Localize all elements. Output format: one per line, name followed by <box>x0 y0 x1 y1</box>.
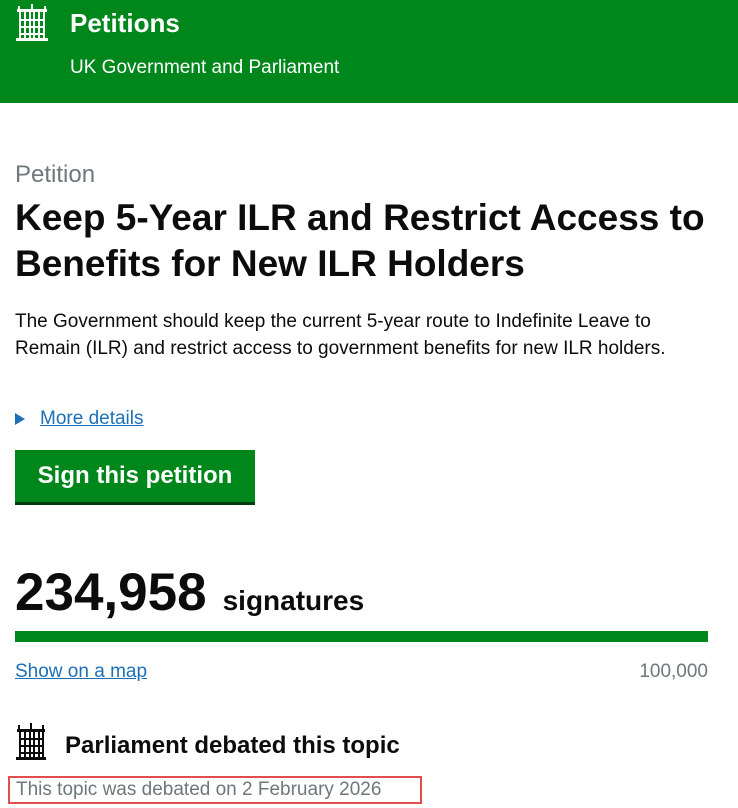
triangle-right-icon <box>15 413 25 425</box>
page-caption: Petition <box>15 161 96 188</box>
site-title-link[interactable]: Petitions <box>70 8 180 38</box>
signature-progress-fill <box>15 631 708 642</box>
petition-description: The Government should keep the current 5… <box>15 311 666 359</box>
page-title: Keep 5-Year ILR and Restrict Access to B… <box>15 197 705 284</box>
signature-count-label: signatures <box>222 585 365 616</box>
signature-count: 234,958 <box>15 563 207 622</box>
sign-petition-button[interactable]: Sign this petition <box>15 450 255 505</box>
signature-count-row: 234,958 signatures <box>15 562 364 624</box>
signature-progress-bar <box>15 631 708 642</box>
more-details-link[interactable]: More details <box>40 405 144 433</box>
portcullis-icon[interactable] <box>14 4 50 42</box>
show-on-map-link[interactable]: Show on a map <box>15 658 147 686</box>
debate-heading: Parliament debated this topic <box>65 732 400 759</box>
signature-threshold: 100,000 <box>639 661 708 682</box>
portcullis-icon <box>16 723 46 760</box>
site-header: Petitions UK Government and Parliament <box>0 0 738 103</box>
site-subtitle: UK Government and Parliament <box>70 57 340 78</box>
debate-date-text: This topic was debated on 2 February 202… <box>8 776 422 804</box>
more-details-toggle[interactable]: More details <box>15 405 144 433</box>
